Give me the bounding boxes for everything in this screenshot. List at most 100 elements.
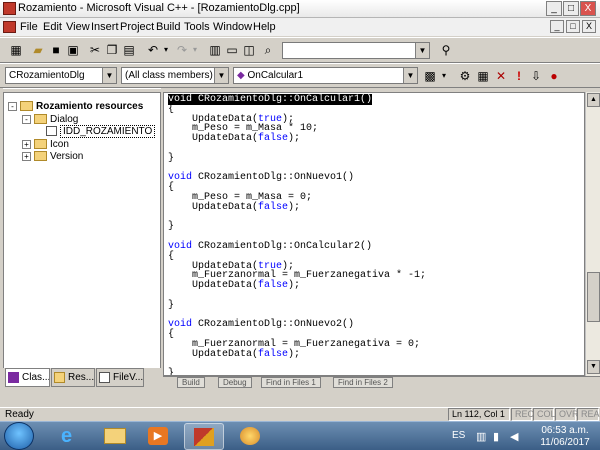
- tree-item-idd-rozamiento[interactable]: IDD_ROZAMIENTO: [46, 125, 156, 138]
- code-line[interactable]: [168, 291, 426, 301]
- menu-insert[interactable]: Insert: [91, 21, 119, 33]
- menu-edit[interactable]: Edit: [43, 21, 62, 33]
- close-button[interactable]: X: [580, 1, 596, 16]
- title-bar[interactable]: Rozamiento - Microsoft Visual C++ - [Roz…: [0, 0, 600, 18]
- app-icon[interactable]: [3, 2, 16, 15]
- stop-build-icon[interactable]: ✕: [493, 68, 509, 84]
- code-line[interactable]: UpdateData(false);: [168, 281, 426, 291]
- vertical-scrollbar[interactable]: ▲ ▼: [585, 92, 600, 376]
- start-button[interactable]: [4, 422, 34, 450]
- code-line[interactable]: void CRozamientoDlg::OnNuevo1(): [168, 173, 426, 183]
- workspace-icon[interactable]: ▦: [8, 42, 24, 58]
- chevron-down-icon[interactable]: ▼: [102, 68, 116, 83]
- tree-item-version[interactable]: + Version: [22, 151, 83, 162]
- menu-build[interactable]: Build: [156, 21, 180, 33]
- taskbar-paint[interactable]: [230, 423, 270, 450]
- undo-dropdown-icon[interactable]: ▾: [158, 42, 174, 58]
- code-line[interactable]: }: [168, 369, 426, 375]
- language-indicator[interactable]: ES: [452, 430, 465, 441]
- chevron-down-icon[interactable]: ▼: [214, 68, 228, 83]
- folder-icon: [104, 428, 126, 444]
- tree-item-resources[interactable]: - Rozamiento resources: [8, 101, 143, 112]
- copy-icon[interactable]: ❐: [104, 42, 120, 58]
- window-list-icon[interactable]: ◫: [241, 42, 257, 58]
- code-line[interactable]: UpdateData(false);: [168, 202, 426, 213]
- find-combo[interactable]: ▼: [282, 42, 430, 59]
- scroll-up-icon[interactable]: ▲: [587, 93, 600, 107]
- execute-icon[interactable]: !: [511, 68, 527, 84]
- breakpoint-icon[interactable]: ●: [546, 68, 562, 84]
- code-line[interactable]: [168, 360, 426, 370]
- volume-icon[interactable]: ◀: [510, 430, 518, 443]
- tree-item-label: Icon: [50, 139, 69, 150]
- menu-tools[interactable]: Tools: [184, 21, 210, 33]
- code-line[interactable]: }: [168, 300, 426, 311]
- tree-item-dialog[interactable]: - Dialog: [22, 114, 78, 125]
- code-line[interactable]: [168, 213, 426, 223]
- code-line[interactable]: void CRozamientoDlg::OnNuevo2(): [168, 320, 426, 330]
- doc-restore-button[interactable]: □: [566, 20, 580, 33]
- expand-icon[interactable]: +: [22, 151, 31, 161]
- document-icon[interactable]: [3, 21, 16, 33]
- wizard-action-dropdown-icon[interactable]: ▾: [436, 68, 452, 84]
- tab-find-in-files-2[interactable]: Find in Files 2: [333, 377, 393, 388]
- paste-icon[interactable]: ▤: [121, 42, 137, 58]
- cut-icon[interactable]: ✂: [87, 42, 103, 58]
- code-editor[interactable]: void CRozamientoDlg::OnCalcular1(){ Upda…: [163, 92, 585, 376]
- code-line[interactable]: }: [168, 153, 426, 164]
- code-line[interactable]: [168, 144, 426, 154]
- code-line[interactable]: }: [168, 222, 426, 232]
- output-window-icon[interactable]: ▭: [224, 42, 240, 58]
- chevron-down-icon[interactable]: ▼: [403, 68, 417, 83]
- save-icon[interactable]: ■: [48, 42, 64, 58]
- menu-file[interactable]: File: [20, 21, 38, 33]
- network-icon[interactable]: ▥: [476, 430, 486, 443]
- minimize-button[interactable]: _: [546, 1, 562, 16]
- tab-find-in-files-1[interactable]: Find in Files 1: [261, 377, 321, 388]
- member-combo[interactable]: ◆ OnCalcular1 ▼: [233, 67, 418, 84]
- collapse-icon[interactable]: -: [22, 114, 31, 124]
- tab-classview[interactable]: Clas...: [5, 368, 50, 387]
- class-combo[interactable]: CRozamientoDlg ▼: [5, 67, 117, 84]
- tab-fileview[interactable]: FileV...: [96, 368, 144, 387]
- go-icon[interactable]: ⇩: [528, 68, 544, 84]
- menu-window[interactable]: Window: [213, 21, 252, 33]
- find-in-files-icon[interactable]: ⌕: [260, 42, 276, 58]
- tree-item-icon[interactable]: + Icon: [22, 139, 69, 150]
- code-line[interactable]: void CRozamientoDlg::OnCalcular2(): [168, 241, 426, 252]
- menu-help[interactable]: Help: [253, 21, 276, 33]
- code-line[interactable]: UpdateData(false);: [168, 349, 426, 360]
- doc-minimize-button[interactable]: _: [550, 20, 564, 33]
- code-text[interactable]: void CRozamientoDlg::OnCalcular1(){ Upda…: [168, 94, 426, 375]
- build-icon[interactable]: ▦: [475, 68, 491, 84]
- find-icon[interactable]: ⚲: [438, 42, 454, 58]
- scroll-down-icon[interactable]: ▼: [587, 360, 600, 374]
- workspace-window-icon[interactable]: ▥: [207, 42, 223, 58]
- compile-icon[interactable]: ⚙: [457, 68, 473, 84]
- menu-view[interactable]: View: [66, 21, 90, 33]
- code-line[interactable]: UpdateData(false);: [168, 134, 426, 144]
- save-all-icon[interactable]: ▣: [65, 42, 81, 58]
- tab-debug[interactable]: Debug: [218, 377, 252, 388]
- chevron-down-icon[interactable]: ▼: [415, 43, 429, 58]
- taskbar-explorer[interactable]: [94, 423, 134, 450]
- tab-build[interactable]: Build: [177, 377, 205, 388]
- doc-close-button[interactable]: X: [582, 20, 596, 33]
- resourceview-icon: [54, 372, 65, 383]
- filter-combo[interactable]: (All class members) ▼: [121, 67, 229, 84]
- taskbar-clock[interactable]: 06:53 a.m. 11/06/2017: [532, 425, 598, 449]
- collapse-icon[interactable]: -: [8, 101, 17, 111]
- open-icon[interactable]: ▰: [30, 42, 46, 58]
- tab-resourceview[interactable]: Res...: [51, 368, 95, 387]
- power-icon[interactable]: ▮: [493, 430, 499, 443]
- maximize-button[interactable]: □: [563, 1, 579, 16]
- classview-icon: [8, 372, 19, 383]
- menu-project[interactable]: Project: [120, 21, 154, 33]
- taskbar-visual-cpp[interactable]: [184, 423, 224, 450]
- expand-icon[interactable]: +: [22, 139, 31, 149]
- taskbar-ie[interactable]: e: [50, 423, 90, 450]
- redo-dropdown-icon[interactable]: ▾: [187, 42, 203, 58]
- taskbar-media-player[interactable]: ▶: [138, 423, 178, 450]
- code-line[interactable]: void CRozamientoDlg::OnCalcular1(): [168, 94, 426, 105]
- scroll-thumb[interactable]: [587, 272, 600, 322]
